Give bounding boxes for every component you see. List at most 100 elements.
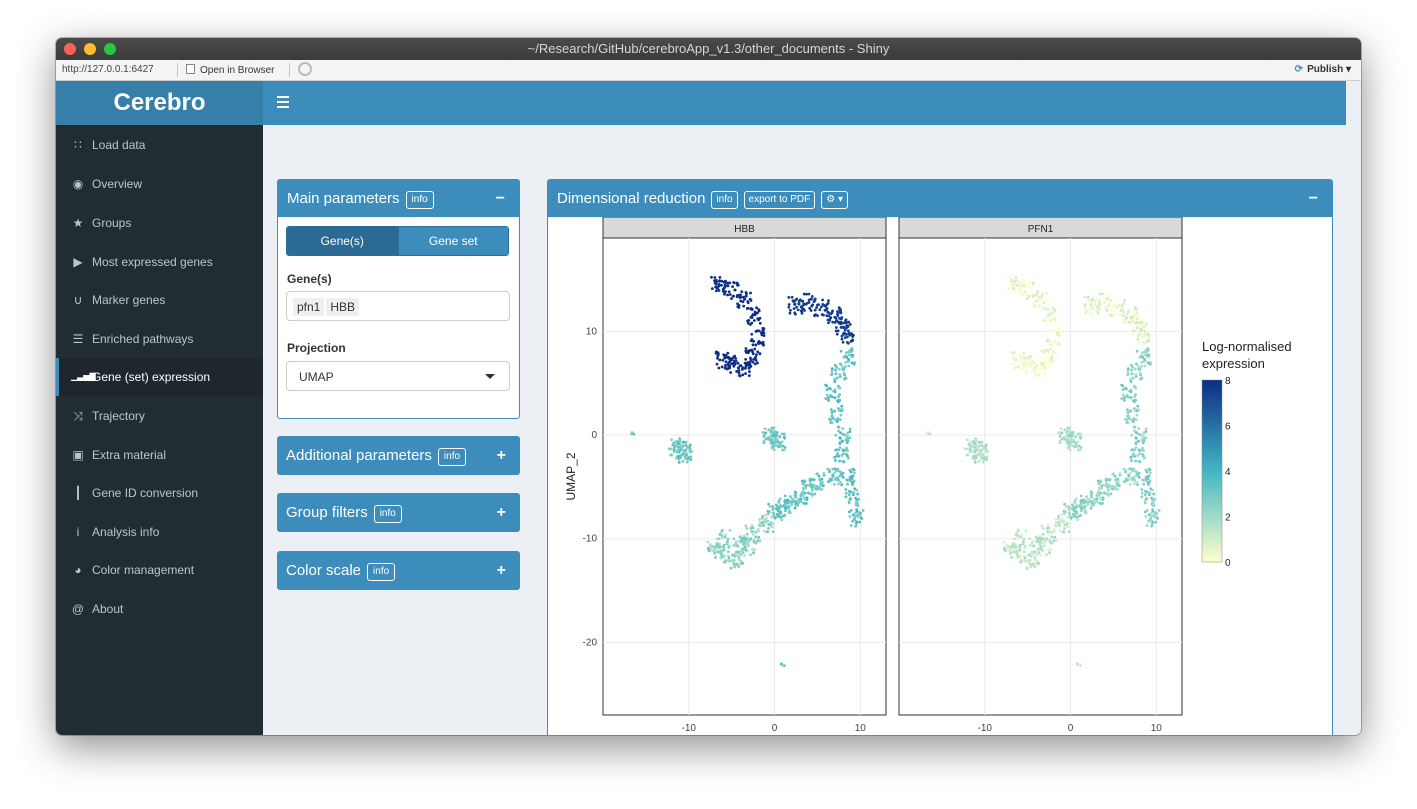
sidebar-item-gene-set-expression[interactable]: ▁▃▅▇ Gene (set) expression bbox=[56, 358, 263, 396]
data-point bbox=[1083, 303, 1087, 306]
data-point bbox=[984, 443, 988, 447]
data-point bbox=[801, 490, 805, 494]
color-scale-box[interactable]: Color scale info + bbox=[277, 551, 520, 590]
info-button[interactable]: info bbox=[711, 191, 738, 209]
open-in-browser-button[interactable]: Open in Browser bbox=[186, 64, 274, 76]
data-point bbox=[838, 474, 841, 478]
gene-tag[interactable]: HBB bbox=[326, 298, 360, 316]
shiny-app: Cerebro ∷ Load data ◉ Overview ★ Groups ▶ Most … bbox=[56, 81, 1346, 735]
data-point bbox=[755, 306, 758, 310]
sidebar-item-gene-id-conversion[interactable]: ┃ Gene ID conversion bbox=[56, 474, 263, 512]
gene-tag[interactable]: pfn1 bbox=[293, 298, 325, 316]
expand-icon[interactable]: + bbox=[497, 436, 506, 475]
data-point bbox=[766, 530, 770, 534]
data-point bbox=[1013, 542, 1017, 546]
data-point bbox=[973, 460, 977, 464]
info-button[interactable]: info bbox=[405, 191, 434, 209]
data-point bbox=[783, 494, 787, 498]
legend-tick-label: 8 bbox=[1225, 376, 1231, 387]
sidebar-item-groups[interactable]: ★ Groups bbox=[56, 204, 263, 242]
info-button[interactable]: info bbox=[437, 448, 467, 466]
data-point bbox=[1121, 307, 1125, 310]
projection-select[interactable]: UMAP bbox=[286, 361, 510, 391]
collapse-icon[interactable]: − bbox=[1309, 180, 1318, 217]
data-point bbox=[1025, 566, 1029, 570]
data-point bbox=[1089, 490, 1093, 494]
data-point bbox=[1037, 366, 1041, 370]
sidebar-item-marker-genes[interactable]: ∪ Marker genes bbox=[56, 281, 263, 319]
sidebar-item-extra-material[interactable]: ▣ Extra material bbox=[56, 436, 263, 474]
dimensional-reduction-header[interactable]: Dimensional reduction info export to PDF ⚙ … bbox=[548, 180, 1332, 217]
sidebar-item-load-data[interactable]: ∷ Load data bbox=[56, 126, 263, 164]
data-point bbox=[1148, 468, 1152, 472]
sidebar-item-enriched-pathways[interactable]: ☰ Enriched pathways bbox=[56, 320, 263, 358]
sidebar-item-trajectory[interactable]: ⤨ Trajectory bbox=[56, 397, 263, 435]
data-point bbox=[762, 435, 766, 438]
data-point bbox=[851, 474, 855, 478]
export-pdf-button[interactable]: export to PDF bbox=[743, 191, 816, 209]
data-point bbox=[751, 547, 754, 551]
data-point bbox=[830, 373, 833, 377]
data-point bbox=[814, 487, 818, 491]
sidebar-item-most-expressed-genes[interactable]: ▶ Most expressed genes bbox=[56, 243, 263, 281]
data-point bbox=[1009, 276, 1013, 279]
collapse-icon[interactable]: − bbox=[496, 180, 505, 217]
data-point bbox=[679, 453, 682, 457]
main-parameters-header[interactable]: Main parameters info − bbox=[278, 180, 519, 217]
data-point bbox=[1079, 436, 1083, 440]
data-point bbox=[1085, 308, 1088, 312]
settings-dropdown-button[interactable]: ⚙ ▾ bbox=[821, 191, 849, 209]
data-point bbox=[797, 302, 801, 305]
gift-icon: ▣ bbox=[72, 448, 84, 462]
data-point bbox=[1017, 358, 1021, 362]
data-point bbox=[1013, 289, 1017, 292]
data-point bbox=[738, 552, 742, 556]
tab-gene-set[interactable]: Gene set bbox=[397, 227, 508, 255]
data-point bbox=[1067, 440, 1070, 444]
data-point bbox=[758, 321, 762, 325]
data-point bbox=[807, 292, 811, 296]
data-point bbox=[831, 476, 834, 480]
sidebar-item-analysis-info[interactable]: i Analysis info bbox=[56, 513, 263, 551]
data-point bbox=[1033, 366, 1036, 370]
data-point bbox=[1125, 316, 1128, 320]
data-point bbox=[714, 285, 718, 289]
additional-parameters-box[interactable]: Additional parameters info + bbox=[277, 436, 520, 475]
info-button[interactable]: info bbox=[367, 563, 396, 581]
expand-icon[interactable]: + bbox=[497, 551, 506, 590]
sidebar-toggle-icon[interactable] bbox=[277, 96, 289, 108]
zoom-window-button[interactable] bbox=[104, 43, 116, 55]
data-point bbox=[744, 357, 748, 361]
data-point bbox=[969, 445, 973, 449]
url-text[interactable]: http://127.0.0.1:6427 bbox=[62, 64, 154, 75]
expand-icon[interactable]: + bbox=[497, 493, 506, 532]
publish-button[interactable]: ⟳ Publish ▾ bbox=[1295, 64, 1351, 75]
umap-figure[interactable]: HBB-10010100-10-20PFN1-10010UMAP_2UMAP_1… bbox=[548, 216, 1333, 735]
sidebar-item-about[interactable]: @ About bbox=[56, 590, 263, 628]
data-point bbox=[677, 442, 681, 446]
brand-logo[interactable]: Cerebro bbox=[56, 81, 263, 125]
data-point bbox=[1073, 499, 1077, 503]
genes-input[interactable]: pfn1 HBB bbox=[286, 291, 510, 321]
sidebar-item-label: Trajectory bbox=[92, 409, 145, 423]
data-point bbox=[1125, 408, 1129, 412]
y-tick-label: 10 bbox=[586, 326, 598, 337]
sidebar-item-overview[interactable]: ◉ Overview bbox=[56, 165, 263, 203]
data-point bbox=[841, 366, 845, 370]
umap-plot[interactable]: HBB-10010100-10-20PFN1-10010UMAP_2UMAP_1… bbox=[548, 216, 1333, 735]
minimize-window-button[interactable] bbox=[84, 43, 96, 55]
data-point bbox=[972, 448, 975, 452]
data-point bbox=[728, 529, 732, 532]
close-window-button[interactable] bbox=[64, 43, 76, 55]
group-filters-box[interactable]: Group filters info + bbox=[277, 493, 520, 532]
info-button[interactable]: info bbox=[373, 505, 402, 523]
data-point bbox=[1018, 548, 1022, 552]
data-point bbox=[825, 307, 829, 310]
sidebar-item-color-management[interactable]: ◕ Color management bbox=[56, 551, 263, 589]
tab-genes[interactable]: Gene(s) bbox=[287, 227, 398, 255]
data-point bbox=[1060, 431, 1064, 435]
data-point bbox=[1064, 435, 1068, 439]
refresh-icon[interactable] bbox=[298, 62, 312, 76]
data-point bbox=[1045, 553, 1048, 557]
data-point bbox=[1138, 331, 1142, 335]
